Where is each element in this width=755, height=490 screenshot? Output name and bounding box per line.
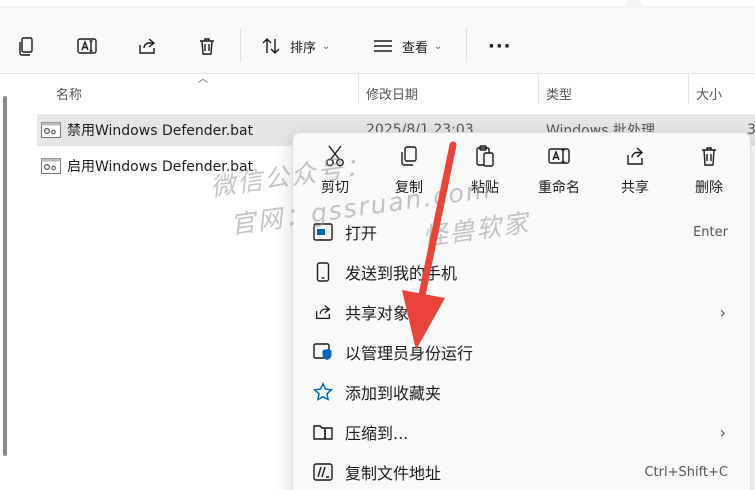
menu-item-compress[interactable]: 压缩到... ›: [299, 413, 746, 451]
copy-icon: [398, 143, 420, 169]
file-name: 启用Windows Defender.bat: [67, 159, 254, 175]
copy-button[interactable]: [16, 30, 38, 62]
share-icon: [311, 302, 335, 322]
context-menu: 剪切 复制 粘贴 重命名 共享 删除 打开 Enter 发送到我的手机 共享对象…: [292, 132, 751, 490]
toolbar-separator: [466, 28, 467, 62]
rename-button[interactable]: [76, 30, 98, 62]
menu-item-send-to-phone[interactable]: 发送到我的手机: [299, 253, 746, 291]
zip-folder-icon: [311, 423, 335, 441]
sort-label: 排序: [290, 40, 317, 56]
phone-icon: [311, 262, 335, 282]
window-top-strip: [0, 0, 755, 8]
copy-button[interactable]: 复制: [371, 143, 447, 203]
star-icon: [311, 382, 335, 402]
batch-file-icon: [41, 158, 61, 174]
more-options-button[interactable]: ···: [488, 30, 512, 62]
menu-item-copy-as-path[interactable]: 复制文件地址 Ctrl+Shift+C: [299, 453, 746, 490]
column-header-modified[interactable]: 修改日期: [358, 80, 418, 106]
rename-button[interactable]: 重命名: [521, 143, 597, 203]
menu-item-open[interactable]: 打开 Enter: [299, 213, 746, 251]
delete-button[interactable]: [196, 30, 218, 62]
sort-icon: [260, 35, 282, 57]
trash-icon: [196, 35, 218, 57]
file-name: 禁用Windows Defender.bat: [67, 123, 254, 139]
share-button[interactable]: [136, 30, 158, 62]
sort-button[interactable]: 排序 ⌄: [260, 30, 330, 62]
chevron-right-icon: ›: [719, 302, 726, 322]
share-icon: [136, 35, 158, 57]
column-header-type[interactable]: 类型: [538, 80, 572, 106]
copy-path-icon: [311, 463, 335, 481]
vertical-scrollbar[interactable]: [3, 96, 7, 456]
view-list-icon: [372, 35, 394, 57]
scissors-icon: [324, 143, 346, 169]
view-button[interactable]: 查看 ⌄: [372, 30, 442, 62]
ellipsis-icon: ···: [488, 35, 512, 57]
command-bar: 排序 ⌄ 查看 ⌄ ···: [0, 14, 755, 74]
paste-button[interactable]: 粘贴: [447, 143, 523, 203]
column-header-size[interactable]: 大小: [688, 80, 722, 106]
rename-icon: [76, 35, 98, 57]
share-icon: [624, 143, 646, 169]
toolbar-separator: [240, 28, 241, 62]
menu-item-add-to-favorites[interactable]: 添加到收藏夹: [299, 373, 746, 411]
cut-button[interactable]: 剪切: [297, 143, 373, 203]
open-icon: [311, 223, 335, 241]
shield-icon: [311, 343, 335, 361]
column-header-name[interactable]: 名称: [48, 80, 82, 106]
chevron-right-icon: ›: [719, 422, 726, 442]
chevron-down-icon: ⌄: [322, 40, 331, 52]
share-button[interactable]: 共享: [597, 143, 673, 203]
chevron-down-icon: ⌄: [434, 40, 443, 52]
menu-item-share-with[interactable]: 共享对象 ›: [299, 293, 746, 331]
delete-button[interactable]: 删除: [671, 143, 747, 203]
menu-item-run-as-admin[interactable]: 以管理员身份运行: [299, 333, 746, 371]
copy-icon: [16, 35, 38, 57]
trash-icon: [698, 143, 720, 169]
view-label: 查看: [402, 40, 429, 56]
paste-icon: [474, 143, 496, 169]
sort-ascending-icon: ︿: [198, 74, 208, 85]
batch-file-icon: [41, 122, 61, 138]
rename-icon: [547, 143, 571, 169]
